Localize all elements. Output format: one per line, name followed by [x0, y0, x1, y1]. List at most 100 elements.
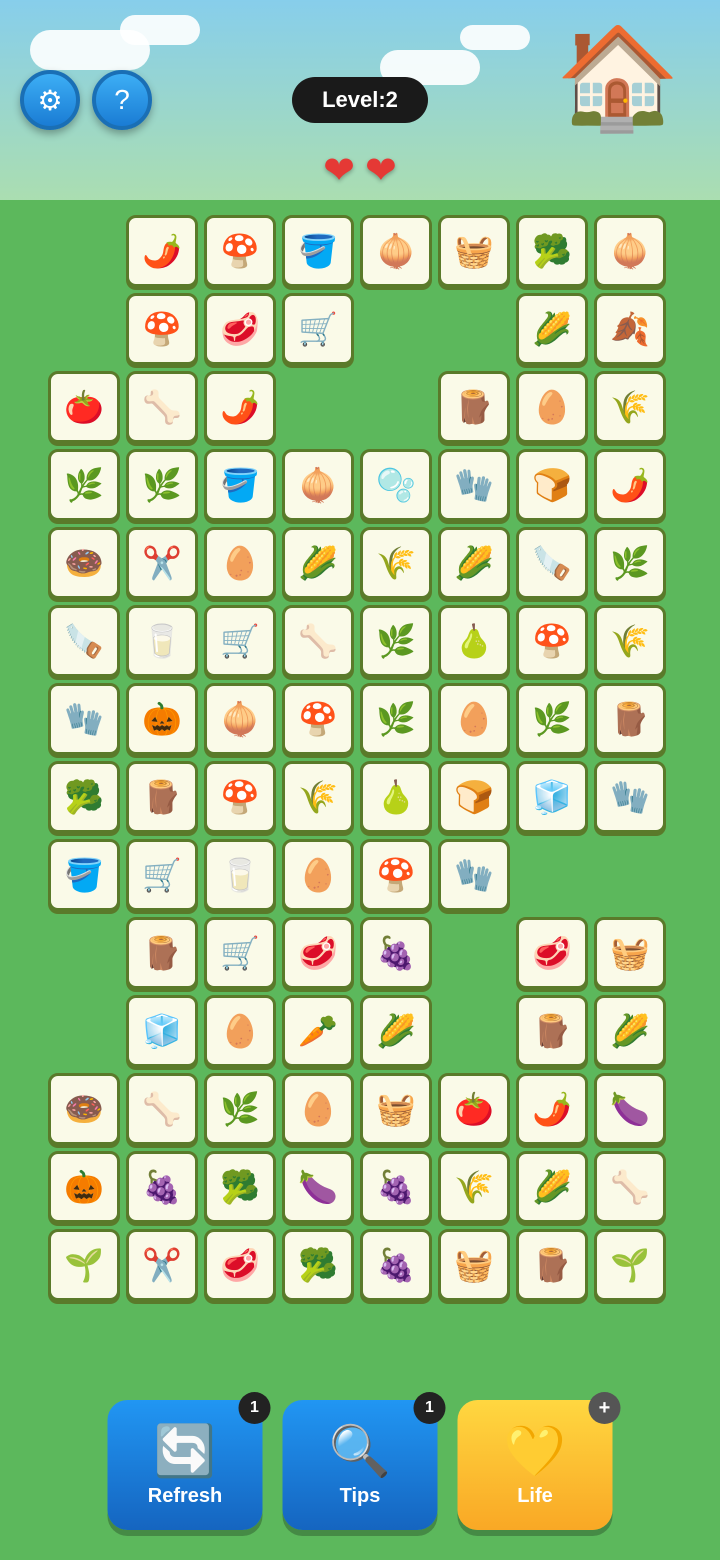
tile-6-6[interactable]: 🌿 — [516, 683, 588, 755]
tile-13-4[interactable]: 🍇 — [360, 1229, 432, 1301]
tile-8-5[interactable]: 🧤 — [438, 839, 510, 911]
tile-5-4[interactable]: 🌿 — [360, 605, 432, 677]
tile-1-1[interactable]: 🍄 — [126, 293, 198, 365]
tile-1-2[interactable]: 🥩 — [204, 293, 276, 365]
tile-11-6[interactable]: 🌶️ — [516, 1073, 588, 1145]
tile-9-4[interactable]: 🍇 — [360, 917, 432, 989]
tile-6-3[interactable]: 🍄 — [282, 683, 354, 755]
tile-9-7[interactable]: 🧺 — [594, 917, 666, 989]
tile-9-2[interactable]: 🛒 — [204, 917, 276, 989]
tile-12-3[interactable]: 🍆 — [282, 1151, 354, 1223]
tile-13-6[interactable]: 🪵 — [516, 1229, 588, 1301]
tile-4-4[interactable]: 🌾 — [360, 527, 432, 599]
tile-0-4[interactable]: 🧅 — [360, 215, 432, 287]
tile-2-7[interactable]: 🌾 — [594, 371, 666, 443]
tile-6-5[interactable]: 🥚 — [438, 683, 510, 755]
tile-13-2[interactable]: 🥩 — [204, 1229, 276, 1301]
tile-8-4[interactable]: 🍄 — [360, 839, 432, 911]
tile-9-6[interactable]: 🥩 — [516, 917, 588, 989]
tile-5-6[interactable]: 🍄 — [516, 605, 588, 677]
tile-11-1[interactable]: 🦴 — [126, 1073, 198, 1145]
tile-5-0[interactable]: 🪚 — [48, 605, 120, 677]
tile-6-1[interactable]: 🎃 — [126, 683, 198, 755]
tile-12-5[interactable]: 🌾 — [438, 1151, 510, 1223]
tile-12-7[interactable]: 🦴 — [594, 1151, 666, 1223]
tile-6-2[interactable]: 🧅 — [204, 683, 276, 755]
tile-13-3[interactable]: 🥦 — [282, 1229, 354, 1301]
tile-11-0[interactable]: 🍩 — [48, 1073, 120, 1145]
tile-6-7[interactable]: 🪵 — [594, 683, 666, 755]
tile-0-3[interactable]: 🪣 — [282, 215, 354, 287]
tile-1-3[interactable]: 🛒 — [282, 293, 354, 365]
tile-4-3[interactable]: 🌽 — [282, 527, 354, 599]
tile-4-0[interactable]: 🍩 — [48, 527, 120, 599]
tile-3-1[interactable]: 🌿 — [126, 449, 198, 521]
tile-3-0[interactable]: 🌿 — [48, 449, 120, 521]
tile-4-1[interactable]: ✂️ — [126, 527, 198, 599]
tile-12-4[interactable]: 🍇 — [360, 1151, 432, 1223]
tile-0-7[interactable]: 🧅 — [594, 215, 666, 287]
tile-10-7[interactable]: 🌽 — [594, 995, 666, 1067]
tile-2-6[interactable]: 🥚 — [516, 371, 588, 443]
tile-12-0[interactable]: 🎃 — [48, 1151, 120, 1223]
tile-8-2[interactable]: 🥛 — [204, 839, 276, 911]
tile-4-5[interactable]: 🌽 — [438, 527, 510, 599]
tile-11-5[interactable]: 🍅 — [438, 1073, 510, 1145]
tile-7-5[interactable]: 🍞 — [438, 761, 510, 833]
tile-7-1[interactable]: 🪵 — [126, 761, 198, 833]
tile-4-7[interactable]: 🌿 — [594, 527, 666, 599]
tile-13-5[interactable]: 🧺 — [438, 1229, 510, 1301]
tile-5-7[interactable]: 🌾 — [594, 605, 666, 677]
tile-11-7[interactable]: 🍆 — [594, 1073, 666, 1145]
tile-8-3[interactable]: 🥚 — [282, 839, 354, 911]
tile-3-5[interactable]: 🧤 — [438, 449, 510, 521]
tile-7-0[interactable]: 🥦 — [48, 761, 120, 833]
tile-11-2[interactable]: 🌿 — [204, 1073, 276, 1145]
tile-3-3[interactable]: 🧅 — [282, 449, 354, 521]
tile-2-0[interactable]: 🍅 — [48, 371, 120, 443]
tile-4-6[interactable]: 🪚 — [516, 527, 588, 599]
tile-12-1[interactable]: 🍇 — [126, 1151, 198, 1223]
settings-button[interactable]: ⚙ — [20, 70, 80, 130]
tile-2-5[interactable]: 🪵 — [438, 371, 510, 443]
tile-4-2[interactable]: 🥚 — [204, 527, 276, 599]
tile-7-3[interactable]: 🌾 — [282, 761, 354, 833]
tile-5-2[interactable]: 🛒 — [204, 605, 276, 677]
tile-9-1[interactable]: 🪵 — [126, 917, 198, 989]
tile-3-7[interactable]: 🌶️ — [594, 449, 666, 521]
tile-7-6[interactable]: 🧊 — [516, 761, 588, 833]
tile-2-2[interactable]: 🌶️ — [204, 371, 276, 443]
tips-button[interactable]: 1 🔍 Tips — [283, 1400, 438, 1530]
tile-3-4[interactable]: 🫧 — [360, 449, 432, 521]
tile-7-7[interactable]: 🧤 — [594, 761, 666, 833]
tile-10-3[interactable]: 🥕 — [282, 995, 354, 1067]
tile-13-7[interactable]: 🌱 — [594, 1229, 666, 1301]
tile-1-6[interactable]: 🌽 — [516, 293, 588, 365]
tile-5-1[interactable]: 🥛 — [126, 605, 198, 677]
tile-5-5[interactable]: 🍐 — [438, 605, 510, 677]
tile-0-6[interactable]: 🥦 — [516, 215, 588, 287]
tile-3-2[interactable]: 🪣 — [204, 449, 276, 521]
tile-0-2[interactable]: 🍄 — [204, 215, 276, 287]
tile-9-3[interactable]: 🥩 — [282, 917, 354, 989]
life-button[interactable]: + 💛 Life — [458, 1400, 613, 1530]
tile-10-6[interactable]: 🪵 — [516, 995, 588, 1067]
tile-7-4[interactable]: 🍐 — [360, 761, 432, 833]
tile-12-2[interactable]: 🥦 — [204, 1151, 276, 1223]
tile-2-1[interactable]: 🦴 — [126, 371, 198, 443]
tile-0-5[interactable]: 🧺 — [438, 215, 510, 287]
tile-6-4[interactable]: 🌿 — [360, 683, 432, 755]
tile-12-6[interactable]: 🌽 — [516, 1151, 588, 1223]
refresh-button[interactable]: 1 🔄 Refresh — [108, 1400, 263, 1530]
tile-13-1[interactable]: ✂️ — [126, 1229, 198, 1301]
tile-10-2[interactable]: 🥚 — [204, 995, 276, 1067]
tile-11-3[interactable]: 🥚 — [282, 1073, 354, 1145]
tile-13-0[interactable]: 🌱 — [48, 1229, 120, 1301]
tile-5-3[interactable]: 🦴 — [282, 605, 354, 677]
tile-1-7[interactable]: 🍂 — [594, 293, 666, 365]
tile-0-1[interactable]: 🌶️ — [126, 215, 198, 287]
tile-8-1[interactable]: 🛒 — [126, 839, 198, 911]
help-button[interactable]: ? — [92, 70, 152, 130]
tile-11-4[interactable]: 🧺 — [360, 1073, 432, 1145]
tile-3-6[interactable]: 🍞 — [516, 449, 588, 521]
